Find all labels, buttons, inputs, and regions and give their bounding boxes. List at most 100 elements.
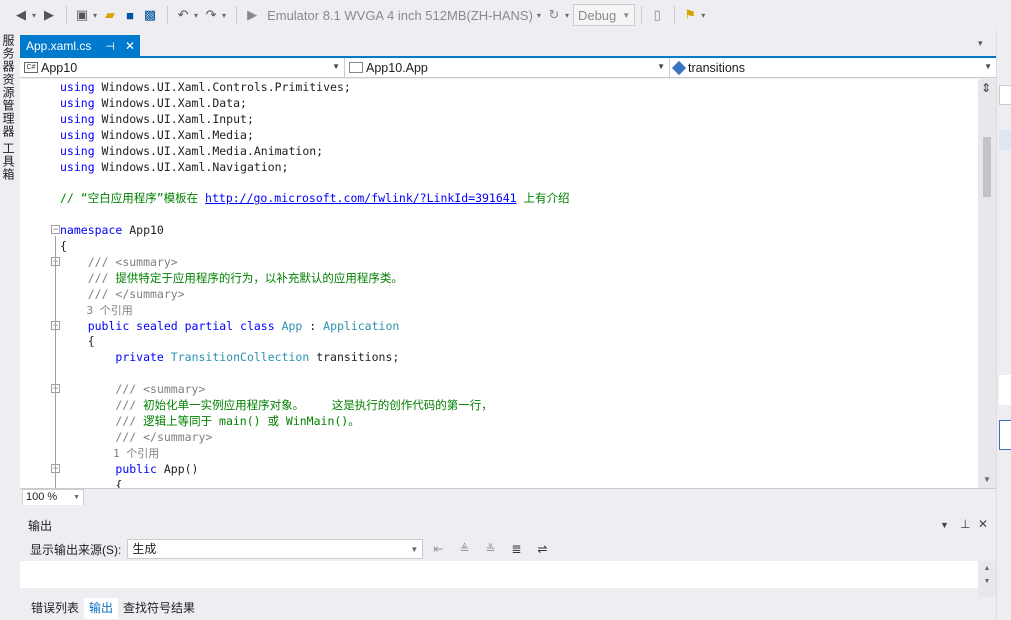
code-line[interactable]: using Windows.UI.Xaml.Data; <box>60 95 247 111</box>
new-project-dropdown-icon[interactable]: ▾ <box>93 11 97 20</box>
run-target-dropdown-icon[interactable]: ▾ <box>537 11 541 20</box>
save-all-icon[interactable]: ▩ <box>141 4 159 26</box>
code-line[interactable]: /// <summary> <box>60 254 178 270</box>
zoom-select[interactable]: 100 % ▼ <box>22 489 84 506</box>
code-line[interactable]: using Windows.UI.Xaml.Controls.Primitive… <box>60 79 351 95</box>
code-link[interactable]: http://go.microsoft.com/fwlink/?LinkId=3… <box>205 191 517 205</box>
code-token: Windows.UI.Xaml.Media.Animation; <box>94 143 324 158</box>
code-line[interactable]: public sealed partial class App : Applic… <box>60 318 400 334</box>
back-dropdown-icon[interactable]: ▾ <box>32 11 36 20</box>
panel-splitter[interactable] <box>20 505 996 513</box>
tab-output[interactable]: 输出 <box>84 598 119 619</box>
refresh-icon[interactable]: ↻ <box>545 4 563 26</box>
find-icon[interactable]: ⚑ <box>681 4 699 26</box>
class-value: App10.App <box>366 60 428 75</box>
code-line[interactable]: private TransitionCollection transitions… <box>60 349 399 365</box>
output-toolbar: 显示输出来源(S): 生成 ▼ ⇤ ≜ ≚ ≣ ⇌ <box>20 537 996 561</box>
code-line[interactable]: /// </summary> <box>60 429 212 445</box>
code-token: Windows.UI.Xaml.Input; <box>94 111 254 126</box>
new-project-icon[interactable]: ▣ <box>73 4 91 26</box>
code-line[interactable]: /// 初始化单一实例应用程序对象。 这是执行的创作代码的第一行， <box>60 397 492 413</box>
code-line[interactable]: { <box>60 477 122 489</box>
save-icon[interactable]: ■ <box>121 4 139 26</box>
editor-vertical-scrollbar[interactable]: ⇕ ▼ <box>978 79 996 488</box>
scrollbar-thumb[interactable] <box>983 137 991 197</box>
start-debugging-icon[interactable]: ▶ <box>243 4 261 26</box>
word-wrap-icon[interactable]: ⇌ <box>531 542 553 556</box>
code-token: : <box>302 318 324 333</box>
editor-status-bar: 100 % ▼ <box>20 488 996 506</box>
code-line[interactable]: namespace App10 <box>60 222 164 238</box>
code-line[interactable]: /// 提供特定于应用程序的行为，以补充默认的应用程序类。 <box>60 270 403 286</box>
right-panel-selected-item[interactable] <box>999 130 1011 150</box>
code-line[interactable]: 1 个引用 <box>60 445 159 461</box>
configuration-select[interactable]: Debug ▼ <box>572 4 636 26</box>
previous-message-icon[interactable]: ≜ <box>453 542 475 556</box>
panel-menu-icon[interactable]: ▼ <box>940 520 949 530</box>
undo-dropdown-icon[interactable]: ▾ <box>194 11 198 20</box>
code-line[interactable]: using Windows.UI.Xaml.Input; <box>60 111 254 127</box>
next-message-icon[interactable]: ≚ <box>479 542 501 556</box>
code-line[interactable]: /// </summary> <box>60 286 185 302</box>
output-vertical-scrollbar[interactable]: ▲ ▼ <box>978 561 996 597</box>
refresh-dropdown-icon[interactable]: ▾ <box>565 11 569 20</box>
code-token: <summary> <box>143 382 206 397</box>
close-icon[interactable]: ✕ <box>125 39 135 53</box>
code-token: <summary> <box>115 254 178 269</box>
navigation-bar: C# App10 ▼ App10.App ▼ transitions ▼ <box>20 58 996 78</box>
redo-dropdown-icon[interactable]: ▾ <box>222 11 226 20</box>
toolbox-tab[interactable]: 工具箱 <box>1 142 17 181</box>
member-select[interactable]: transitions ▼ <box>670 58 996 77</box>
open-file-icon[interactable]: ▰ <box>101 4 119 26</box>
device-icon[interactable]: ▯ <box>648 4 666 26</box>
scroll-up-icon[interactable]: ▲ <box>978 565 996 572</box>
redo-icon[interactable]: ↷ <box>202 4 220 26</box>
server-explorer-tab[interactable]: 服务器资源管理器 <box>1 34 17 138</box>
code-line[interactable]: 3 个引用 <box>60 302 133 318</box>
forward-icon[interactable]: ▶ <box>40 4 58 26</box>
code-line[interactable]: using Windows.UI.Xaml.Navigation; <box>60 159 289 175</box>
code-line[interactable]: /// 逻辑上等同于 main() 或 WinMain()。 <box>60 413 359 429</box>
scroll-down-icon[interactable]: ▼ <box>978 578 996 585</box>
code-line[interactable]: using Windows.UI.Xaml.Media; <box>60 127 254 143</box>
run-target-label[interactable]: Emulator 8.1 WVGA 4 inch 512MB(ZH-HANS) <box>267 8 533 23</box>
code-token: 1 个引用 <box>60 446 160 460</box>
code-line[interactable]: using Windows.UI.Xaml.Media.Animation; <box>60 143 323 159</box>
split-window-icon[interactable]: ⇕ <box>981 81 991 95</box>
tab-find-symbol-results[interactable]: 查找符号结果 <box>118 598 200 619</box>
toolbar-overflow-icon[interactable]: ▾ <box>701 11 705 20</box>
code-line[interactable]: // “空白应用程序”模板在 http://go.microsoft.com/f… <box>60 190 570 206</box>
close-icon[interactable]: ✕ <box>978 517 988 531</box>
toolbar-separator <box>167 6 169 24</box>
code-editor[interactable]: using Windows.UI.Xaml.Controls.Primitive… <box>20 79 978 488</box>
code-line[interactable]: public App() <box>60 461 198 477</box>
right-panel-item[interactable] <box>999 420 1011 450</box>
code-token: public sealed partial class <box>87 318 275 333</box>
pin-icon[interactable]: ⊣ <box>105 40 115 53</box>
undo-icon[interactable]: ↶ <box>174 4 192 26</box>
pin-icon[interactable]: ⊥ <box>960 517 970 531</box>
code-line[interactable]: /// <summary> <box>60 381 205 397</box>
go-to-error-icon[interactable]: ⇤ <box>427 542 449 556</box>
code-token: </summary> <box>115 286 185 301</box>
project-select[interactable]: C# App10 ▼ <box>20 58 345 77</box>
code-token: Application <box>323 318 400 333</box>
code-line[interactable]: { <box>60 333 95 349</box>
code-line[interactable]: { <box>60 238 67 254</box>
document-tab[interactable]: App.xaml.cs ⊣ ✕ <box>20 35 140 57</box>
clear-all-icon[interactable]: ≣ <box>505 542 527 556</box>
tab-overflow-icon[interactable]: ▾ <box>978 38 983 49</box>
output-source-select[interactable]: 生成 ▼ <box>127 539 424 559</box>
class-select[interactable]: App10.App ▼ <box>345 58 670 77</box>
document-tab-title: App.xaml.cs <box>26 39 92 53</box>
code-token: { <box>60 239 67 253</box>
fold-toggle-icon[interactable]: − <box>51 225 60 235</box>
right-panel-search[interactable] <box>999 85 1011 105</box>
code-token: 3 个引用 <box>60 303 133 317</box>
tab-error-list[interactable]: 错误列表 <box>26 598 84 619</box>
back-icon[interactable]: ◀ <box>12 4 30 26</box>
chevron-down-icon: ▼ <box>622 10 631 20</box>
scroll-down-icon[interactable]: ▼ <box>983 475 991 484</box>
